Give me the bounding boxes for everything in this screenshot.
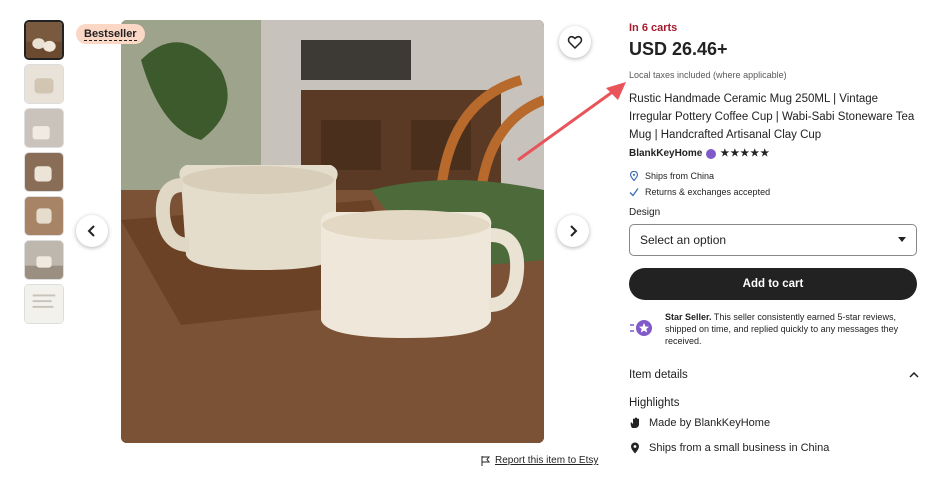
made-by-text: Made by BlankKeyHome [649,417,770,429]
report-link[interactable]: Report this item to Etsy [481,455,598,466]
made-by-row: Made by BlankKeyHome [629,417,919,429]
add-to-cart-label: Add to cart [742,278,804,290]
in-carts-label: In 6 carts [629,22,678,34]
seller-row: BlankKeyHome ★★★★★ [629,148,919,159]
thumbnail-6[interactable] [24,240,64,280]
rating-stars[interactable]: ★★★★★ [720,148,770,159]
bestseller-badge[interactable]: Bestseller [76,24,145,44]
location-pin-icon [629,171,639,181]
design-label: Design [629,207,661,218]
thumbnail-2[interactable] [24,64,64,104]
ships-from-row: Ships from China [629,171,919,181]
thumbnail-7[interactable] [24,284,64,324]
chevron-right-icon [570,225,578,237]
report-link-label: Report this item to Etsy [495,455,599,466]
ships-small-business-label: Ships from a small business in China [649,442,830,454]
made-by-seller: BlankKeyHome [694,417,771,429]
ships-from-label: Ships from China [645,171,715,181]
design-select[interactable]: Select an option [629,224,917,256]
favorite-button[interactable] [559,26,591,58]
star-seller-text: Star Seller. This seller consistently ea… [665,311,919,347]
made-by-prefix: Made by [649,417,695,429]
chevron-left-icon [87,225,95,237]
thumbnail-3[interactable] [24,108,64,148]
listing-info-panel: In 6 carts USD 26.46+ Local taxes includ… [629,22,919,454]
item-details-toggle[interactable]: Item details [629,369,919,381]
thumbnail-strip [24,20,64,328]
flag-icon [481,455,491,466]
thumbnail-5[interactable] [24,196,64,236]
caret-down-icon [898,237,906,242]
design-select-value: Select an option [640,233,727,247]
next-image-button[interactable] [557,215,589,247]
star-seller-info: Star Seller. This seller consistently ea… [629,311,919,347]
thumbnail-1[interactable] [24,20,64,60]
star-seller-icon [630,320,652,336]
star-seller-badge-icon [706,148,717,159]
chevron-up-icon [909,372,919,378]
location-pin-icon [631,442,639,454]
star-seller-title: Star Seller. [665,312,712,322]
main-product-image [121,20,544,443]
checkmark-icon [629,188,639,197]
thumbnail-4[interactable] [24,152,64,192]
price: USD 26.46+ [629,39,728,59]
previous-image-button[interactable] [76,215,108,247]
seller-name[interactable]: BlankKeyHome [629,148,702,159]
returns-label: Returns & exchanges accepted [645,187,771,197]
ships-small-business-row: Ships from a small business in China [629,442,919,454]
add-to-cart-button[interactable]: Add to cart [629,268,917,300]
heart-icon [567,35,583,50]
hand-wave-icon [630,417,639,428]
item-details-label: Item details [629,369,688,381]
bestseller-label: Bestseller [84,28,137,41]
listing-title: Rustic Handmade Ceramic Mug 250ML | Vint… [629,93,915,141]
returns-row: Returns & exchanges accepted [629,187,919,197]
highlights-heading: Highlights [629,397,680,409]
taxes-note: Local taxes included (where applicable) [629,70,787,80]
